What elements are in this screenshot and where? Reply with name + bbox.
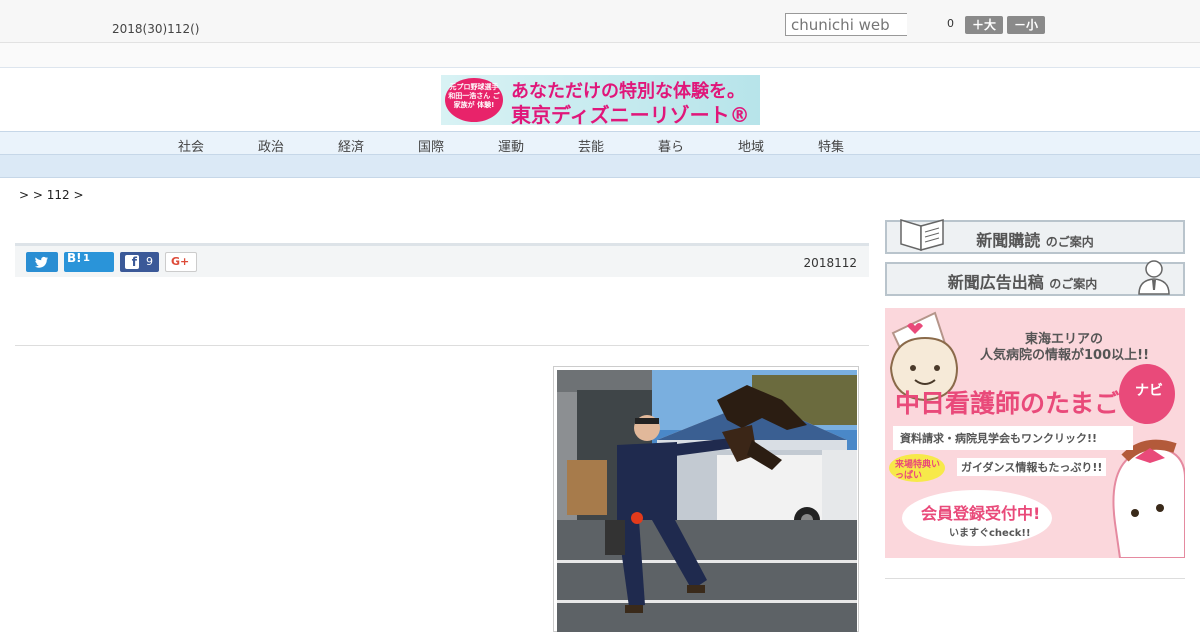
subscription-info-label: 新聞購読 のご案内	[887, 227, 1183, 251]
google-plus-share-button[interactable]: G+	[165, 252, 197, 272]
content-divider	[15, 345, 869, 346]
facebook-count: 9	[146, 255, 153, 268]
ad-promo2: ガイダンス情報もたっぷり!!	[957, 458, 1107, 476]
hatena-count: 1	[83, 253, 90, 264]
nurse-navi-ad[interactable]: 東海エリアの 人気病院の情報が100以上!! 中日看護師のたまご ナビ 資料請求…	[885, 308, 1185, 558]
banner-badge: 元プロ野球選手 和田一浩さん ご家族が 体験!	[445, 78, 503, 122]
sidebar-divider	[885, 578, 1185, 579]
main-nav: 社会 政治 経済 国際 運動 芸能 暮ら 地域 特集	[0, 131, 1200, 155]
advertising-info-suffix: のご案内	[1049, 277, 1098, 291]
current-date: 2018(30)112()	[112, 22, 200, 36]
subscription-info-main: 新聞購読	[976, 231, 1041, 250]
hatena-icon: B!	[67, 251, 82, 265]
nav-item[interactable]: 政治	[258, 136, 284, 155]
falconer-photo-image	[557, 370, 857, 632]
facebook-icon: f	[125, 255, 139, 269]
banner-brand: 東京ディズニーリゾート®	[511, 103, 750, 125]
disney-banner-ad[interactable]: 元プロ野球選手 和田一浩さん ご家族が 体験! あなただけの特別な体験を。 東京…	[441, 75, 760, 125]
facebook-share-button[interactable]: f 9	[120, 252, 159, 272]
nav-item[interactable]: 運動	[498, 136, 524, 155]
top-utility-bar: 2018(30)112() 0 ＋大 －小	[0, 0, 1200, 43]
subscription-info-suffix: のご案内	[1045, 235, 1094, 249]
ad-promo1: 資料請求・病院見学会もワンクリック!!	[900, 432, 1098, 445]
ad-badge: 来場特典いっぱい	[895, 460, 941, 481]
font-size-count: 0	[947, 17, 954, 30]
nav-item[interactable]: 特集	[818, 136, 844, 155]
nav-item[interactable]: 経済	[338, 136, 364, 155]
ad-cta-sub: いますぐcheck!!	[949, 528, 1031, 539]
businessman-icon	[1138, 260, 1170, 295]
article-photo[interactable]	[553, 366, 859, 632]
twitter-share-button[interactable]	[26, 252, 58, 272]
advertising-info-main: 新聞広告出稿	[947, 273, 1044, 292]
search-input[interactable]	[785, 13, 907, 36]
share-bar: B! 1 f 9 G+ 2018112	[15, 243, 869, 277]
hatena-bookmark-button[interactable]: B! 1	[64, 251, 114, 272]
nav-item[interactable]: 社会	[178, 136, 204, 155]
article-date: 2018112	[803, 256, 857, 270]
twitter-icon	[35, 256, 48, 268]
ad-line2: 人気病院の情報が100以上!!	[980, 348, 1149, 363]
subscription-info-button[interactable]: 新聞購読 のご案内	[885, 218, 1185, 254]
nav-item[interactable]: 国際	[418, 136, 444, 155]
breadcrumb[interactable]: > > 112 >	[19, 188, 84, 202]
ad-title: 中日看護師のたまご	[895, 389, 1120, 418]
ad-navi: ナビ	[1135, 383, 1163, 399]
font-smaller-button[interactable]: －小	[1007, 16, 1045, 34]
ad-cta: 会員登録受付中!	[921, 504, 1041, 523]
font-bigger-button[interactable]: ＋大	[965, 16, 1003, 34]
sub-nav-bar	[0, 155, 1200, 178]
advertising-info-button[interactable]: 新聞広告出稿 のご案内	[885, 260, 1185, 296]
nav-item[interactable]: 地域	[738, 136, 764, 155]
nav-item[interactable]: 暮ら	[658, 136, 684, 155]
google-plus-icon: G+	[171, 255, 190, 268]
nav-item[interactable]: 芸能	[578, 136, 604, 155]
header-subbar	[0, 43, 1200, 68]
